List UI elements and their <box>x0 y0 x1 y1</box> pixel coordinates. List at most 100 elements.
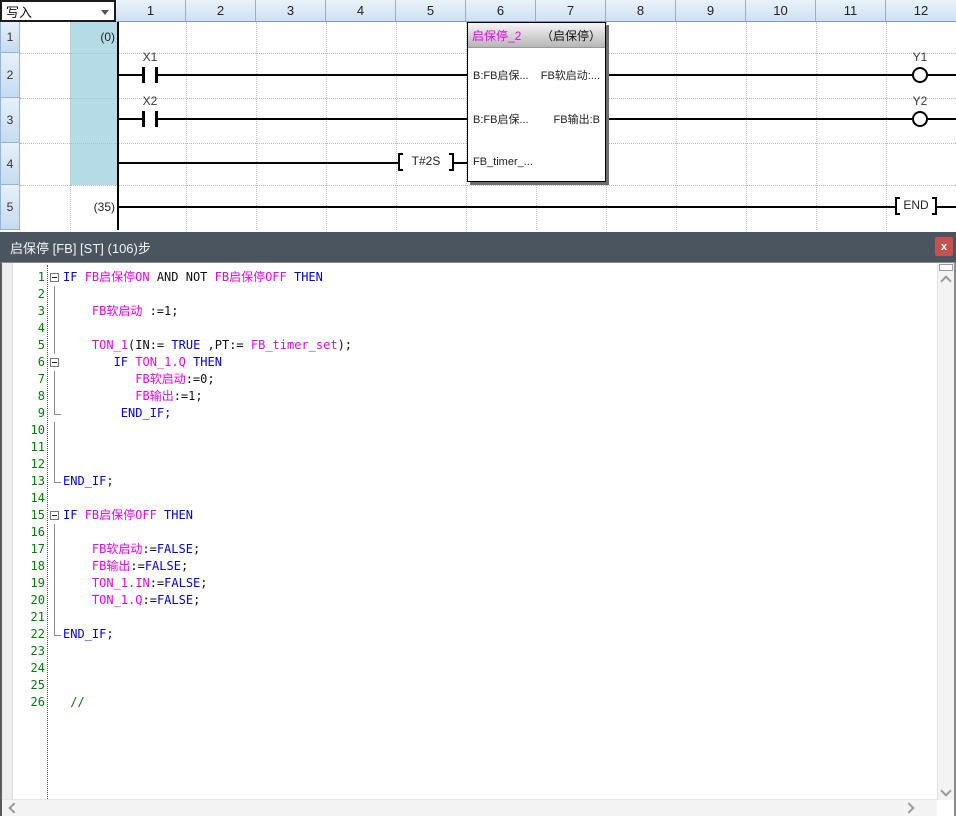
line-number: 23 <box>12 643 45 660</box>
code-lines: 1IF FB启保停ON AND NOT FB启保停OFF THEN23 FB软启… <box>12 269 932 711</box>
column-header: 8 <box>606 0 676 22</box>
scroll-up-icon[interactable] <box>940 275 951 286</box>
column-header: 1 <box>116 0 186 22</box>
code-segment: IF <box>114 355 136 369</box>
contact-x1-label: X1 <box>133 50 167 63</box>
code-line[interactable]: 22END_IF; <box>12 626 932 643</box>
fb-input-pin: FB_timer_... <box>473 155 533 169</box>
contact-x1[interactable] <box>155 67 158 83</box>
code-segment: (IN:= <box>128 338 171 352</box>
splitter-handle[interactable] <box>939 264 953 271</box>
code-segment <box>63 304 92 318</box>
code-text: FB软启动 :=1; <box>63 303 178 320</box>
fold-toggle-icon[interactable] <box>50 358 59 367</box>
code-line[interactable]: 25 <box>12 677 932 694</box>
code-line[interactable]: 23 <box>12 643 932 660</box>
code-line[interactable]: 1IF FB启保停ON AND NOT FB启保停OFF THEN <box>12 269 932 286</box>
code-line[interactable]: 12 <box>12 456 932 473</box>
scroll-left-icon[interactable] <box>8 802 19 813</box>
bracket-right-icon <box>932 197 937 215</box>
fold-guide <box>54 371 55 388</box>
st-editor[interactable]: 1IF FB启保停ON AND NOT FB启保停OFF THEN23 FB软启… <box>0 262 956 816</box>
fold-guide <box>54 626 61 636</box>
end-instruction[interactable]: END <box>895 197 937 215</box>
left-power-rail <box>117 22 119 230</box>
code-line[interactable]: 5 TON_1(IN:= TRUE ,PT:= FB_timer_set); <box>12 337 932 354</box>
code-line[interactable]: 4 <box>12 320 932 337</box>
fold-guide <box>54 337 55 354</box>
close-button[interactable]: x <box>935 237 953 256</box>
code-line[interactable]: 16 <box>12 524 932 541</box>
code-segment <box>63 593 92 607</box>
fb-output-pin: FB输出:B <box>554 113 600 127</box>
code-text: TON_1(IN:= TRUE ,PT:= FB_timer_set); <box>63 337 352 354</box>
row-number: 2 <box>0 53 20 98</box>
contact-x2[interactable] <box>142 111 145 127</box>
contact-x2[interactable] <box>155 111 158 127</box>
contact-x1[interactable] <box>142 67 145 83</box>
code-line[interactable]: 26 // <box>12 694 932 711</box>
code-line[interactable]: 11 <box>12 439 932 456</box>
code-line[interactable]: 10 <box>12 422 932 439</box>
line-number: 14 <box>12 490 45 507</box>
fold-guide <box>54 575 55 592</box>
line-number: 7 <box>12 371 45 388</box>
function-block-instance-name: 启保停_2 <box>472 27 521 44</box>
coil-y2[interactable] <box>912 111 928 127</box>
code-segment: :=0; <box>186 372 215 386</box>
code-segment: THEN <box>157 508 193 522</box>
line-number: 13 <box>12 473 45 490</box>
grid-line <box>186 22 187 230</box>
code-line[interactable]: 20 TON_1.Q:=FALSE; <box>12 592 932 609</box>
ladder-wire <box>606 74 912 76</box>
code-line[interactable]: 8 FB输出:=1; <box>12 388 932 405</box>
code-line[interactable]: 3 FB软启动 :=1; <box>12 303 932 320</box>
code-line[interactable]: 19 TON_1.IN:=FALSE; <box>12 575 932 592</box>
code-line[interactable]: 9 END_IF; <box>12 405 932 422</box>
code-line[interactable]: 2 <box>12 286 932 303</box>
code-text: IF FB启保停OFF THEN <box>63 507 193 524</box>
code-segment <box>63 389 135 403</box>
scroll-down-icon[interactable] <box>940 785 951 796</box>
fold-guide <box>54 320 55 337</box>
vertical-scrollbar[interactable] <box>937 263 954 800</box>
timer-constant[interactable]: T#2S <box>398 153 454 171</box>
code-line[interactable]: 21 <box>12 609 932 626</box>
column-header: 7 <box>536 0 606 22</box>
statement-number: (0) <box>70 30 117 44</box>
code-text: FB软启动:=0; <box>63 371 215 388</box>
ladder-wire <box>118 118 142 120</box>
ladder-wire <box>118 162 398 164</box>
ladder-wire <box>158 74 467 76</box>
code-line[interactable]: 13END_IF; <box>12 473 932 490</box>
code-text: FB输出:=FALSE; <box>63 558 188 575</box>
function-block[interactable]: 启保停_2 （启保停） B:FB启保... B:FB启保... FB_timer… <box>467 22 606 182</box>
code-text: END_IF; <box>63 405 171 422</box>
left-rail-highlight <box>70 22 117 185</box>
st-window-title: 启保停 [FB] [ST] (106)步 <box>10 238 151 257</box>
code-line[interactable]: 7 FB软启动:=0; <box>12 371 932 388</box>
code-segment: ,PT:= <box>200 338 251 352</box>
code-line[interactable]: 18 FB输出:=FALSE; <box>12 558 932 575</box>
code-line[interactable]: 6 IF TON_1.Q THEN <box>12 354 932 371</box>
end-instruction-label: END <box>900 197 932 215</box>
fold-toggle-icon[interactable] <box>50 273 59 282</box>
bracket-right-icon <box>449 153 454 171</box>
code-line[interactable]: 17 FB软启动:=FALSE; <box>12 541 932 558</box>
code-line[interactable]: 24 <box>12 660 932 677</box>
line-number: 8 <box>12 388 45 405</box>
fold-guide <box>54 439 55 456</box>
coil-y1[interactable] <box>912 67 928 83</box>
ladder-wire <box>118 206 895 208</box>
code-line[interactable]: 14 <box>12 490 932 507</box>
grid-line <box>70 22 71 230</box>
horizontal-scrollbar[interactable] <box>2 799 937 816</box>
mode-selector[interactable]: 写入 <box>0 0 116 22</box>
code-segment: FB启保停ON <box>85 270 150 284</box>
column-header: 2 <box>186 0 256 22</box>
code-segment: := <box>130 559 144 573</box>
code-line[interactable]: 15IF FB启保停OFF THEN <box>12 507 932 524</box>
fold-guide <box>54 473 61 483</box>
scroll-right-icon[interactable] <box>903 802 914 813</box>
fold-toggle-icon[interactable] <box>50 511 59 520</box>
